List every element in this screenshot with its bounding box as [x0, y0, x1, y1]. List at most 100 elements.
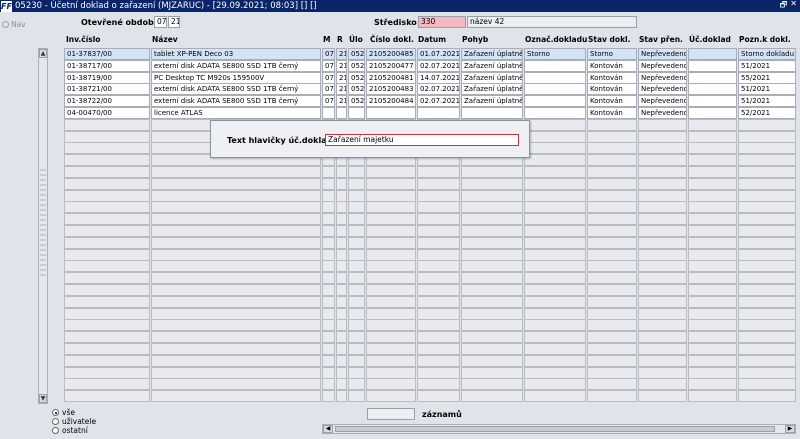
table-cell[interactable] [638, 272, 687, 285]
table-cell[interactable] [587, 154, 637, 167]
table-cell[interactable]: Kontován [587, 107, 637, 119]
table-cell[interactable] [336, 331, 347, 344]
table-cell[interactable]: Zařazení úplatně [461, 83, 523, 96]
table-cell[interactable]: Kontován [587, 59, 637, 72]
table-cell[interactable] [417, 177, 460, 190]
table-cell[interactable] [322, 225, 335, 237]
table-cell[interactable] [524, 107, 586, 119]
grid-vertical-scrollbar[interactable]: ▲ ▼ [38, 48, 48, 404]
column-header-3[interactable]: R [337, 35, 343, 44]
horizontal-scroll-thumb[interactable] [335, 426, 775, 432]
table-cell[interactable] [738, 343, 796, 355]
table-cell[interactable] [366, 272, 416, 285]
table-cell[interactable] [638, 248, 687, 261]
table-cell[interactable] [461, 319, 523, 332]
table-cell[interactable] [322, 213, 335, 226]
table-cell[interactable] [738, 130, 796, 143]
table-cell[interactable] [587, 319, 637, 332]
table-cell[interactable] [738, 319, 796, 332]
table-cell[interactable] [366, 248, 416, 261]
table-cell[interactable]: Nepřevedeno [638, 107, 687, 119]
table-cell[interactable] [64, 236, 150, 249]
table-cell[interactable] [348, 166, 365, 178]
table-cell[interactable] [587, 177, 637, 190]
table-cell[interactable] [587, 354, 637, 367]
table-cell[interactable] [461, 284, 523, 296]
table-cell[interactable] [151, 331, 321, 344]
table-cell[interactable] [587, 189, 637, 202]
table-cell[interactable]: 2105200477 [366, 59, 416, 72]
table-cell[interactable] [524, 201, 586, 214]
table-cell[interactable] [64, 390, 150, 403]
table-cell[interactable]: 02.07.2021 [417, 95, 460, 108]
table-cell[interactable] [461, 343, 523, 355]
table-cell[interactable] [151, 295, 321, 308]
table-cell[interactable]: 052 [348, 83, 365, 96]
table-cell[interactable] [322, 189, 335, 202]
table-cell[interactable]: 01-37837/00 [64, 48, 150, 60]
table-cell[interactable] [524, 307, 586, 320]
table-cell[interactable] [417, 378, 460, 391]
table-cell[interactable] [348, 260, 365, 273]
table-cell[interactable] [366, 319, 416, 332]
table-cell[interactable] [64, 366, 150, 379]
filter-radio-2[interactable]: ostatní [52, 426, 96, 435]
table-cell[interactable] [688, 378, 737, 391]
table-cell[interactable] [638, 201, 687, 214]
table-cell[interactable] [366, 225, 416, 237]
table-cell[interactable] [587, 201, 637, 214]
column-header-6[interactable]: Datum [418, 35, 446, 44]
table-cell[interactable]: externí disk ADATA SE800 SSD 1TB černý [151, 83, 321, 96]
table-cell[interactable]: 21 [336, 95, 347, 108]
table-cell[interactable] [348, 319, 365, 332]
table-cell[interactable] [524, 177, 586, 190]
table-cell[interactable]: Zařazení úplatně [461, 48, 523, 60]
table-cell[interactable] [638, 366, 687, 379]
table-cell[interactable] [638, 118, 687, 131]
table-cell[interactable] [64, 189, 150, 202]
table-cell[interactable] [366, 177, 416, 190]
table-cell[interactable] [348, 213, 365, 226]
table-cell[interactable]: Zařazení úplatně [461, 59, 523, 72]
table-cell[interactable] [524, 331, 586, 344]
table-cell[interactable] [638, 213, 687, 226]
table-cell[interactable] [587, 331, 637, 344]
table-cell[interactable] [638, 343, 687, 355]
header-text-input[interactable]: Zařazení majetku [325, 134, 519, 146]
table-cell[interactable] [738, 177, 796, 190]
table-cell[interactable]: 02.07.2021 [417, 83, 460, 96]
table-cell[interactable] [336, 225, 347, 237]
table-cell[interactable]: tablet XP-PEN Deco 03 [151, 48, 321, 60]
table-cell[interactable] [64, 118, 150, 131]
table-cell[interactable] [638, 177, 687, 190]
table-cell[interactable] [738, 118, 796, 131]
table-cell[interactable] [524, 260, 586, 273]
center-code-field[interactable]: 330 [418, 16, 466, 28]
table-cell[interactable] [151, 189, 321, 202]
table-cell[interactable] [587, 366, 637, 379]
table-cell[interactable] [151, 366, 321, 379]
table-cell[interactable] [587, 225, 637, 237]
table-cell[interactable] [417, 331, 460, 344]
table-cell[interactable] [348, 107, 365, 119]
table-cell[interactable] [366, 201, 416, 214]
period-month-field[interactable]: 07 [154, 16, 167, 28]
table-cell[interactable] [738, 307, 796, 320]
table-cell[interactable] [524, 213, 586, 226]
table-cell[interactable] [461, 307, 523, 320]
table-cell[interactable] [461, 225, 523, 237]
table-cell[interactable] [151, 284, 321, 296]
table-cell[interactable] [151, 272, 321, 285]
table-cell[interactable] [64, 272, 150, 285]
table-cell[interactable]: Kontován [587, 71, 637, 84]
table-cell[interactable]: 55/2021 [738, 71, 796, 84]
table-cell[interactable] [366, 295, 416, 308]
table-cell[interactable] [151, 201, 321, 214]
table-cell[interactable]: 052 [348, 48, 365, 60]
table-cell[interactable]: 14.07.2021 [417, 71, 460, 84]
table-cell[interactable] [524, 272, 586, 285]
table-cell[interactable] [688, 295, 737, 308]
column-header-0[interactable]: Inv.číslo [66, 35, 100, 44]
column-header-10[interactable]: Stav přen. [639, 35, 683, 44]
table-cell[interactable] [322, 366, 335, 379]
